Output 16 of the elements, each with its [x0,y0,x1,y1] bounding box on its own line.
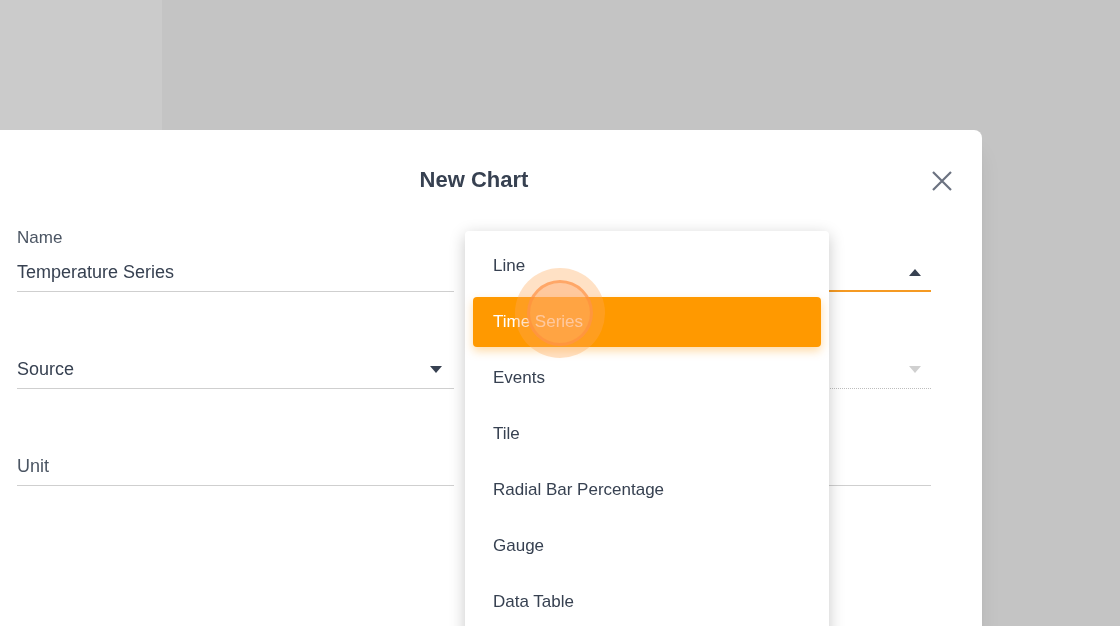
field-label: Name [17,228,64,248]
select-field[interactable]: Source [17,351,454,389]
input-field[interactable]: Unit [17,448,454,486]
menu-item[interactable]: Radial Bar Percentage [473,465,821,515]
input-field[interactable]: Temperature Series [17,254,454,292]
caret-icon [430,366,442,373]
menu-item[interactable]: Gauge [473,521,821,571]
dialog-title: New Chart [419,166,529,194]
caret-icon [909,268,921,276]
close-icon [932,171,952,191]
caret-icon [909,366,921,373]
menu-item[interactable]: Tile [473,409,821,459]
menu-item[interactable]: Events [473,353,821,403]
close-button[interactable] [930,169,954,193]
menu-item[interactable]: Line [473,241,821,291]
menu-item[interactable]: Data Table [473,577,821,626]
